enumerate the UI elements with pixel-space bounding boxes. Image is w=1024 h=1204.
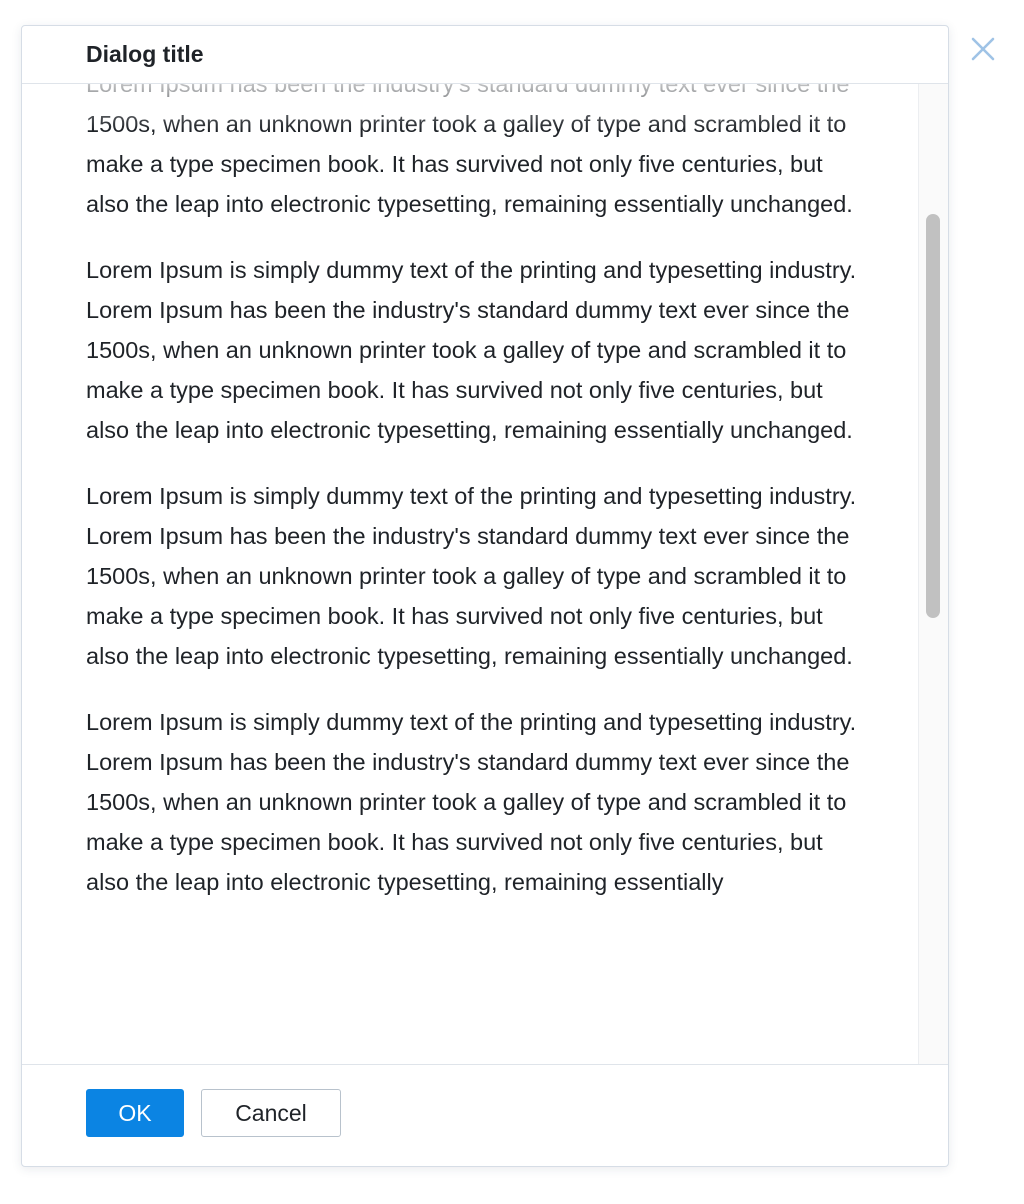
close-button[interactable] — [968, 34, 998, 64]
scrollbar-thumb[interactable] — [926, 214, 940, 618]
dialog: Dialog title Lorem Ipsum is simply dummy… — [21, 25, 949, 1167]
cancel-button[interactable]: Cancel — [201, 1089, 341, 1137]
body-paragraph: Lorem Ipsum is simply dummy text of the … — [86, 84, 853, 217]
dialog-title: Dialog title — [86, 41, 204, 67]
scroll-fade-bottom — [22, 1018, 948, 1064]
dialog-body[interactable]: Lorem Ipsum is simply dummy text of the … — [22, 84, 948, 1064]
body-paragraph: Lorem Ipsum is simply dummy text of the … — [86, 257, 857, 443]
dialog-header: Dialog title — [22, 26, 948, 84]
close-icon — [971, 37, 995, 61]
dialog-footer: OK Cancel — [22, 1064, 948, 1168]
dialog-body-content: Lorem Ipsum is simply dummy text of the … — [86, 84, 866, 928]
ok-button[interactable]: OK — [86, 1089, 184, 1137]
body-paragraph: Lorem Ipsum is simply dummy text of the … — [86, 483, 857, 669]
body-paragraph: Lorem Ipsum is simply dummy text of the … — [86, 709, 857, 895]
scrollbar[interactable] — [918, 84, 948, 1064]
